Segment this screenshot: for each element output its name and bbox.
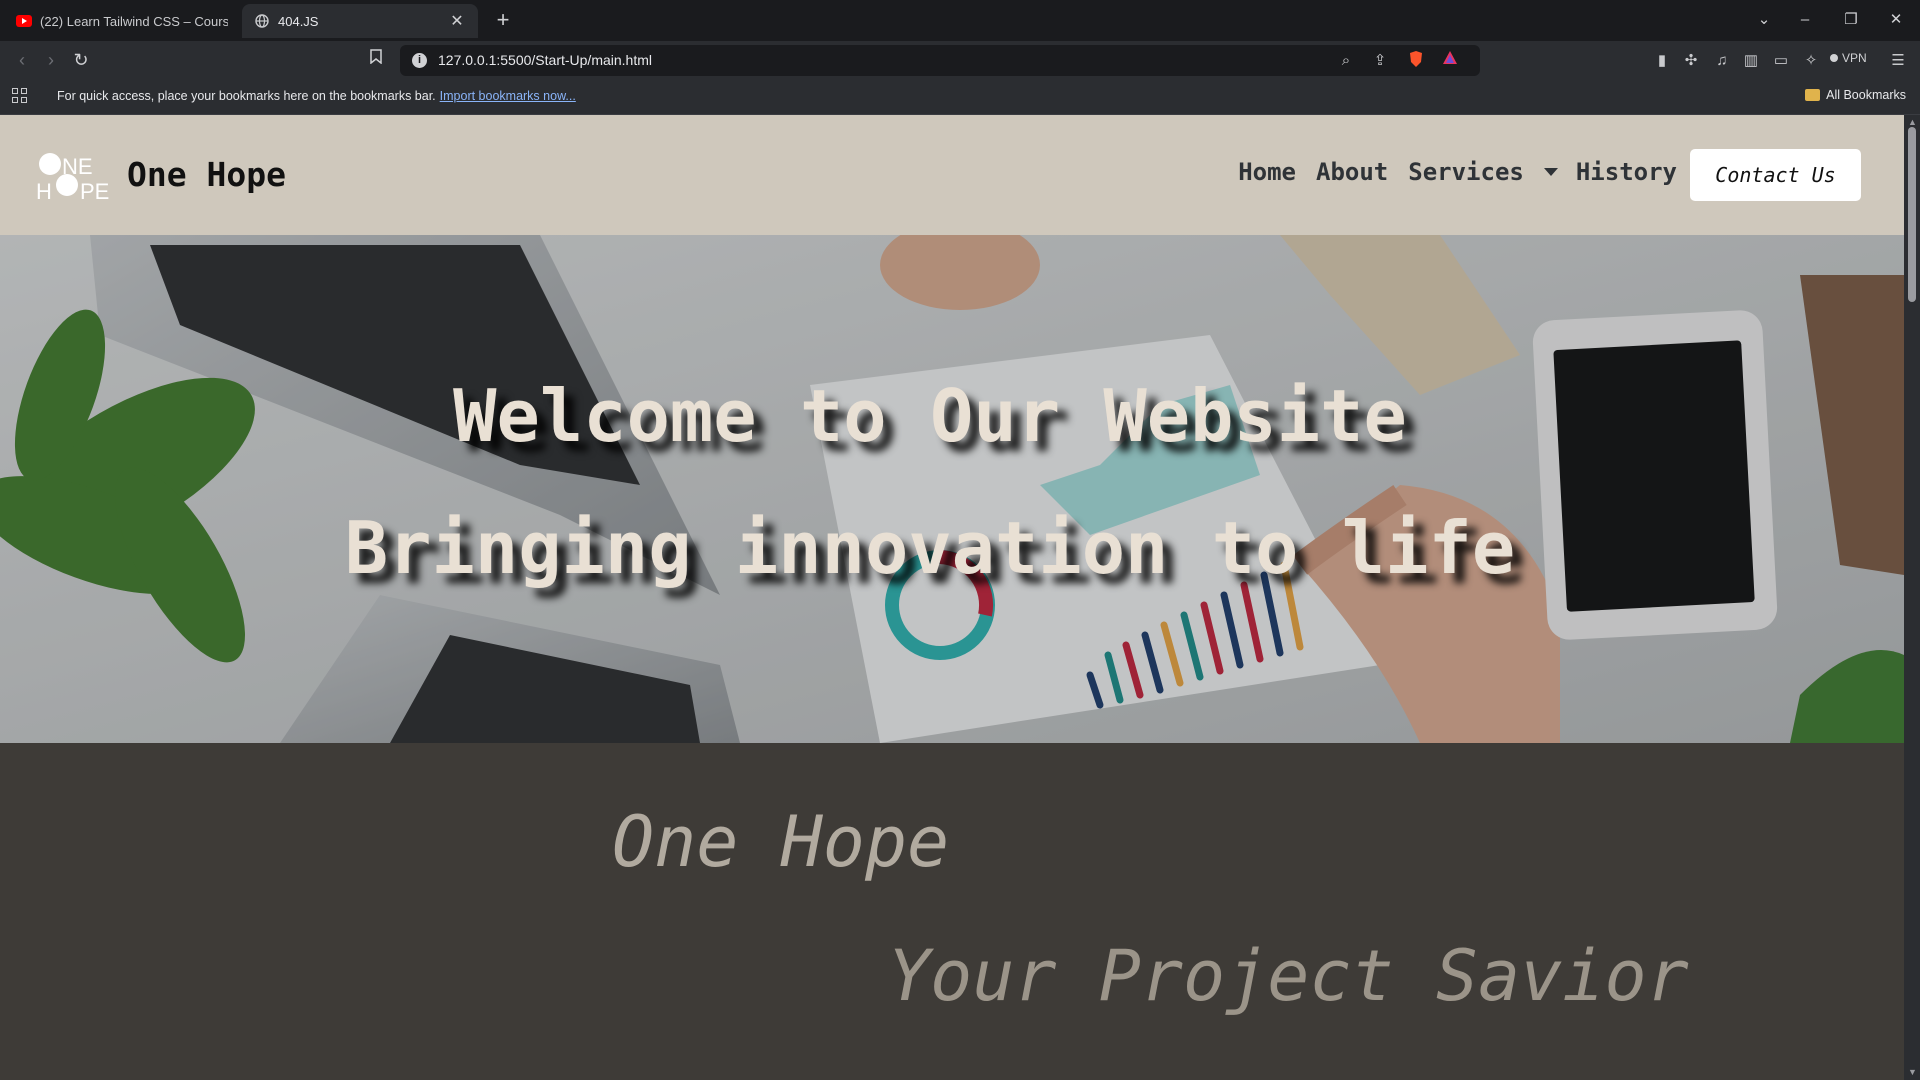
nav-history[interactable]: History	[1576, 158, 1677, 186]
site-navbar: NE H PE One Hope Home About Services His…	[0, 115, 1904, 235]
address-url: 127.0.0.1:5500/Start-Up/main.html	[438, 52, 653, 68]
apps-grid-icon[interactable]	[12, 88, 28, 104]
import-bookmarks-link[interactable]: Import bookmarks now...	[440, 89, 576, 103]
tagline-slogan: Your Project Savior	[888, 935, 1689, 1017]
tab-search-icon[interactable]: ⌄	[1744, 6, 1784, 34]
close-window-button[interactable]: ✕	[1876, 6, 1916, 34]
brave-shields-icon[interactable]	[1405, 50, 1427, 72]
tab-404js[interactable]: 404.JS ✕	[242, 4, 478, 38]
minimize-button[interactable]: –	[1785, 6, 1825, 34]
contact-us-button[interactable]: Contact Us	[1690, 149, 1861, 201]
tagline-brand: One Hope	[612, 801, 950, 883]
youtube-icon	[16, 13, 32, 29]
one-hope-logo[interactable]: NE H PE	[36, 151, 112, 204]
forward-button[interactable]: ›	[38, 47, 64, 73]
address-bar[interactable]: i 127.0.0.1:5500/Start-Up/main.html ⌕ ⇪	[400, 45, 1480, 76]
hero-subheading: Bringing innovation to life	[344, 506, 1516, 590]
restore-button[interactable]: ❐	[1831, 6, 1871, 34]
globe-icon	[254, 13, 270, 29]
nav-home[interactable]: Home	[1238, 158, 1296, 186]
scroll-down-icon[interactable]: ▼	[1908, 1067, 1917, 1077]
main-nav: Home About Services History	[1218, 158, 1677, 186]
tab-strip: (22) Learn Tailwind CSS – Course for 404…	[0, 0, 1920, 41]
scrollbar-thumb[interactable]	[1908, 127, 1916, 302]
reload-button[interactable]: ↻	[68, 47, 94, 73]
bookmarks-bar: For quick access, place your bookmarks h…	[0, 79, 1920, 115]
all-bookmarks-button[interactable]: All Bookmarks	[1805, 88, 1906, 102]
leo-ai-icon[interactable]: ✧	[1800, 50, 1822, 72]
share-icon[interactable]: ⇪	[1369, 50, 1391, 72]
services-dropdown-caret-icon[interactable]	[1543, 168, 1558, 176]
tab-title: 404.JS	[278, 13, 319, 29]
hero-section: Welcome to Our Website Bringing innovati…	[0, 235, 1904, 743]
scroll-up-icon[interactable]: ▲	[1908, 117, 1917, 127]
vpn-button[interactable]: VPN	[1830, 51, 1867, 65]
browser-toolbar: ‹ › ↻ i 127.0.0.1:5500/Start-Up/main.htm…	[0, 41, 1920, 79]
site-info-icon[interactable]: i	[412, 53, 427, 68]
page-scrollbar[interactable]: ▲ ▼	[1904, 115, 1920, 1080]
media-icon[interactable]: ♫	[1711, 50, 1733, 72]
brand-name[interactable]: One Hope	[127, 155, 286, 194]
bookmarks-hint-text: For quick access, place your bookmarks h…	[57, 89, 436, 103]
folder-icon	[1805, 89, 1821, 101]
svg-text:PE: PE	[80, 179, 109, 201]
vpn-label: VPN	[1842, 51, 1867, 65]
tab-tailwind-course[interactable]: (22) Learn Tailwind CSS – Course for	[4, 4, 240, 38]
new-tab-button[interactable]: +	[490, 6, 516, 34]
close-tab-icon[interactable]: ✕	[448, 11, 466, 31]
brave-rewards-icon[interactable]	[1439, 50, 1461, 72]
nav-services[interactable]: Services	[1408, 158, 1524, 186]
bookmark-icon[interactable]	[366, 48, 386, 72]
extensions-puzzle-icon[interactable]: ✣	[1680, 50, 1702, 72]
wallet-icon[interactable]: ▭	[1770, 50, 1792, 72]
page-viewport: NE H PE One Hope Home About Services His…	[0, 115, 1904, 1080]
extension-icon[interactable]: ▮	[1651, 50, 1673, 72]
hero-overlay	[0, 235, 1904, 743]
menu-icon[interactable]: ☰	[1887, 50, 1909, 72]
hero-heading: Welcome to Our Website	[453, 374, 1407, 458]
tab-title: (22) Learn Tailwind CSS – Course for	[40, 13, 228, 29]
zoom-icon[interactable]: ⌕	[1335, 50, 1357, 72]
svg-text:H: H	[36, 179, 52, 201]
nav-about[interactable]: About	[1316, 158, 1388, 186]
bookmarks-hint: For quick access, place your bookmarks h…	[57, 89, 576, 103]
back-button[interactable]: ‹	[9, 47, 35, 73]
sidebar-icon[interactable]: ▥	[1740, 50, 1762, 72]
all-bookmarks-label: All Bookmarks	[1826, 88, 1906, 102]
